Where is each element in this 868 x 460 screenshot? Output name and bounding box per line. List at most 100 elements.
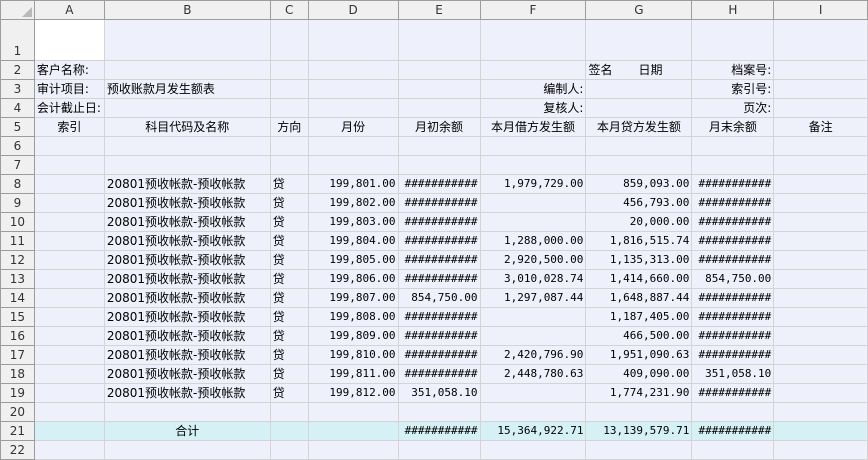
- cell-account-name[interactable]: 20801预收帐款-预收帐款: [103, 345, 271, 365]
- blank-cell[interactable]: [479, 402, 587, 422]
- cell-g7[interactable]: [585, 155, 693, 175]
- cell-index[interactable]: [33, 174, 105, 194]
- cell-d7[interactable]: [307, 155, 399, 175]
- cell-b6[interactable]: [103, 136, 271, 156]
- cell-d3[interactable]: [307, 79, 399, 99]
- cell-remarks[interactable]: [773, 307, 868, 327]
- cell-direction[interactable]: 贷: [269, 326, 309, 346]
- cell-index[interactable]: [33, 193, 105, 213]
- cell-credit-amount[interactable]: 1,187,405.00: [585, 307, 693, 327]
- cell-closing-balance[interactable]: ###########: [691, 250, 775, 270]
- cell-opening-balance[interactable]: ###########: [397, 345, 481, 365]
- cell-month[interactable]: 199,804.00: [307, 231, 399, 251]
- cell-d2[interactable]: [307, 60, 399, 80]
- cell-e3[interactable]: [397, 79, 481, 99]
- cell-remarks[interactable]: [773, 250, 868, 270]
- total-label[interactable]: 合计: [103, 421, 271, 441]
- cell-month[interactable]: 199,801.00: [307, 174, 399, 194]
- cell-f6[interactable]: [479, 136, 587, 156]
- cell-index[interactable]: [33, 231, 105, 251]
- col-title-direction[interactable]: 方向: [269, 117, 309, 137]
- cell-direction[interactable]: 贷: [269, 345, 309, 365]
- cell-debit-amount[interactable]: 1,297,087.44: [479, 288, 587, 308]
- total-closing-balance[interactable]: ###########: [691, 421, 775, 441]
- cell-remarks[interactable]: [773, 212, 868, 232]
- row-header-14[interactable]: 14: [0, 288, 35, 308]
- cell-remarks[interactable]: [773, 269, 868, 289]
- blank-cell[interactable]: [691, 440, 775, 460]
- cell-index[interactable]: [33, 250, 105, 270]
- cell-remarks[interactable]: [773, 174, 868, 194]
- cell-direction[interactable]: 贷: [269, 231, 309, 251]
- cell-account-name[interactable]: 20801预收帐款-预收帐款: [103, 193, 271, 213]
- row-header-11[interactable]: 11: [0, 231, 35, 251]
- cell-month[interactable]: 199,807.00: [307, 288, 399, 308]
- cell-index[interactable]: [33, 307, 105, 327]
- cell-e7[interactable]: [397, 155, 481, 175]
- cell-closing-balance[interactable]: ###########: [691, 212, 775, 232]
- column-header-b[interactable]: B: [103, 0, 271, 20]
- cell-opening-balance[interactable]: ###########: [397, 193, 481, 213]
- cell-direction[interactable]: 贷: [269, 174, 309, 194]
- row-header-10[interactable]: 10: [0, 212, 35, 232]
- cell-closing-balance[interactable]: ###########: [691, 383, 775, 403]
- cell-debit-amount[interactable]: 1,979,729.00: [479, 174, 587, 194]
- cell-credit-amount[interactable]: 1,414,660.00: [585, 269, 693, 289]
- cell-credit-amount[interactable]: 859,093.00: [585, 174, 693, 194]
- cell-account-name[interactable]: 20801预收帐款-预收帐款: [103, 231, 271, 251]
- cell-b7[interactable]: [103, 155, 271, 175]
- row-header-15[interactable]: 15: [0, 307, 35, 327]
- row-header-21[interactable]: 21: [0, 421, 35, 441]
- row-header-2[interactable]: 2: [0, 60, 35, 80]
- signature-date-cell[interactable]: 签名 日期: [585, 60, 693, 80]
- blank-cell[interactable]: [307, 402, 399, 422]
- cell-month[interactable]: 199,805.00: [307, 250, 399, 270]
- cell-direction[interactable]: 贷: [269, 364, 309, 384]
- total-cell-remarks[interactable]: [773, 421, 868, 441]
- cell-b1[interactable]: [103, 19, 271, 61]
- cell-h7[interactable]: [691, 155, 775, 175]
- cell-month[interactable]: 199,808.00: [307, 307, 399, 327]
- cell-c3[interactable]: [269, 79, 309, 99]
- total-cell-index[interactable]: [33, 421, 105, 441]
- page-number-label[interactable]: 页次:: [691, 98, 775, 118]
- cell-remarks[interactable]: [773, 193, 868, 213]
- cell-i6[interactable]: [773, 136, 868, 156]
- blank-cell[interactable]: [691, 402, 775, 422]
- cell-debit-amount[interactable]: [479, 383, 587, 403]
- audit-item-value[interactable]: 预收账款月发生额表: [103, 79, 271, 99]
- cell-account-name[interactable]: 20801预收帐款-预收帐款: [103, 269, 271, 289]
- column-header-d[interactable]: D: [307, 0, 399, 20]
- cell-g4[interactable]: [585, 98, 693, 118]
- preparer-label[interactable]: 编制人:: [479, 79, 587, 99]
- cell-opening-balance[interactable]: ###########: [397, 307, 481, 327]
- cell-direction[interactable]: 贷: [269, 212, 309, 232]
- cell-opening-balance[interactable]: ###########: [397, 269, 481, 289]
- cell-a7[interactable]: [33, 155, 105, 175]
- cell-e4[interactable]: [397, 98, 481, 118]
- cell-credit-amount[interactable]: 409,090.00: [585, 364, 693, 384]
- cell-opening-balance[interactable]: ###########: [397, 174, 481, 194]
- cell-closing-balance[interactable]: ###########: [691, 231, 775, 251]
- cell-account-name[interactable]: 20801预收帐款-预收帐款: [103, 288, 271, 308]
- cell-account-name[interactable]: 20801预收帐款-预收帐款: [103, 307, 271, 327]
- cell-i7[interactable]: [773, 155, 868, 175]
- blank-cell[interactable]: [307, 440, 399, 460]
- cell-i2[interactable]: [773, 60, 868, 80]
- cell-month[interactable]: 199,811.00: [307, 364, 399, 384]
- cell-index[interactable]: [33, 326, 105, 346]
- cell-remarks[interactable]: [773, 288, 868, 308]
- cell-index[interactable]: [33, 288, 105, 308]
- col-title-index[interactable]: 索引: [33, 117, 105, 137]
- column-header-a[interactable]: A: [33, 0, 105, 20]
- cell-debit-amount[interactable]: 3,010,028.74: [479, 269, 587, 289]
- cell-closing-balance[interactable]: ###########: [691, 345, 775, 365]
- cell-b4[interactable]: [103, 98, 271, 118]
- cell-debit-amount[interactable]: 2,448,780.63: [479, 364, 587, 384]
- row-header-6[interactable]: 6: [0, 136, 35, 156]
- total-debit-amount[interactable]: 15,364,922.71: [479, 421, 587, 441]
- blank-cell[interactable]: [585, 402, 693, 422]
- cell-month[interactable]: 199,810.00: [307, 345, 399, 365]
- customer-name-label[interactable]: 客户名称:: [33, 60, 105, 80]
- cell-remarks[interactable]: [773, 345, 868, 365]
